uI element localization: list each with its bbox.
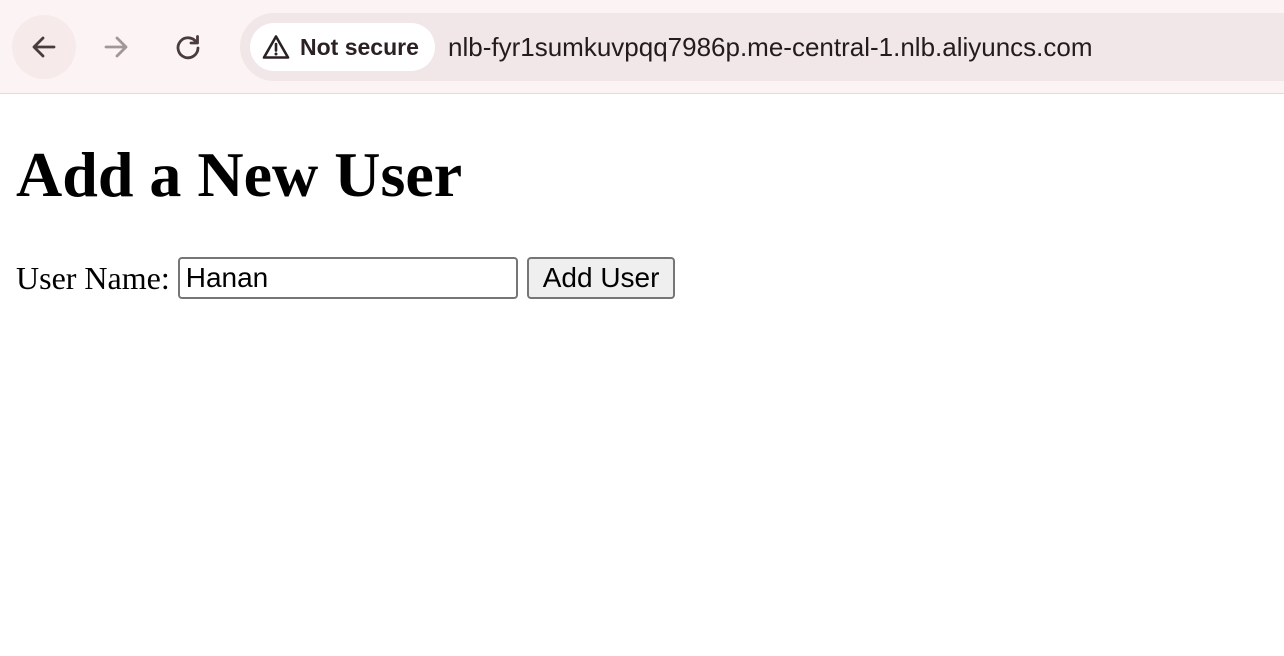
arrow-left-icon: [32, 36, 56, 58]
page-title: Add a New User: [16, 139, 463, 210]
reload-icon: [176, 35, 200, 60]
url-text[interactable]: nlb-fyr1sumkuvpqq7986p.me-central-1.nlb.…: [448, 13, 1093, 81]
reload-button[interactable]: [156, 15, 220, 79]
security-indicator[interactable]: Not secure: [250, 23, 435, 71]
warning-triangle-icon: [262, 35, 290, 59]
username-input[interactable]: [177, 257, 518, 299]
security-label: Not secure: [300, 33, 419, 60]
forward-button[interactable]: [84, 15, 148, 79]
add-user-button[interactable]: Add User: [526, 257, 676, 299]
page-content: Add a New User User Name: Add User: [0, 138, 1284, 300]
address-bar[interactable]: Not secure nlb-fyr1sumkuvpqq7986p.me-cen…: [240, 13, 1284, 81]
username-label: User Name:: [16, 259, 170, 296]
arrow-right-icon: [104, 36, 128, 58]
back-button[interactable]: [12, 15, 76, 79]
browser-toolbar: Not secure nlb-fyr1sumkuvpqq7986p.me-cen…: [0, 0, 1284, 94]
add-user-form: User Name: Add User: [16, 256, 1268, 300]
